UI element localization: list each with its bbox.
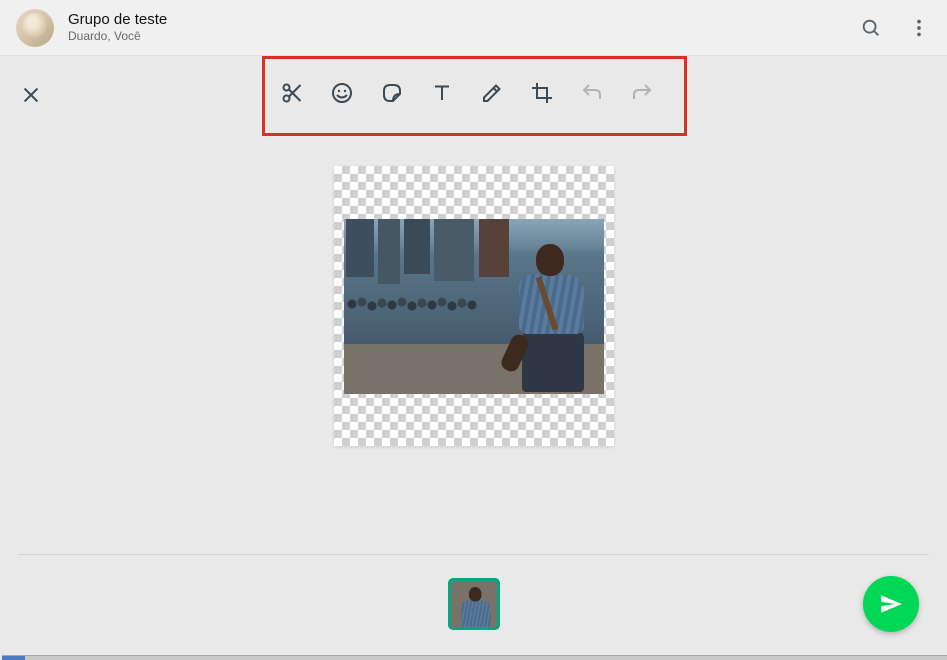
chat-title: Grupo de teste (68, 10, 859, 30)
thumbnail-selected[interactable] (448, 578, 500, 630)
close-icon[interactable] (20, 84, 42, 111)
cut-tool-icon[interactable] (280, 81, 304, 105)
tray-divider (18, 554, 929, 555)
send-button[interactable] (863, 576, 919, 632)
thumbnail-tray (448, 578, 500, 630)
header-info[interactable]: Grupo de teste Duardo, Você (68, 10, 859, 45)
window-bottom-bar (2, 655, 947, 660)
search-icon[interactable] (859, 16, 883, 40)
emoji-tool-icon[interactable] (330, 81, 354, 105)
image-canvas[interactable] (334, 166, 614, 446)
send-icon (878, 591, 904, 617)
sticker-tool-icon[interactable] (380, 81, 404, 105)
chat-subtitle: Duardo, Você (68, 29, 859, 45)
draw-tool-icon[interactable] (480, 81, 504, 105)
undo-tool-icon (580, 81, 604, 105)
image-edit-toolbar (280, 81, 654, 105)
menu-icon[interactable] (907, 16, 931, 40)
header-actions (859, 16, 931, 40)
group-avatar[interactable] (16, 9, 54, 47)
editor-content (0, 56, 947, 660)
text-tool-icon[interactable] (430, 81, 454, 105)
preview-image (344, 219, 604, 394)
chat-header: Grupo de teste Duardo, Você (0, 0, 947, 56)
crop-tool-icon[interactable] (530, 81, 554, 105)
redo-tool-icon (630, 81, 654, 105)
